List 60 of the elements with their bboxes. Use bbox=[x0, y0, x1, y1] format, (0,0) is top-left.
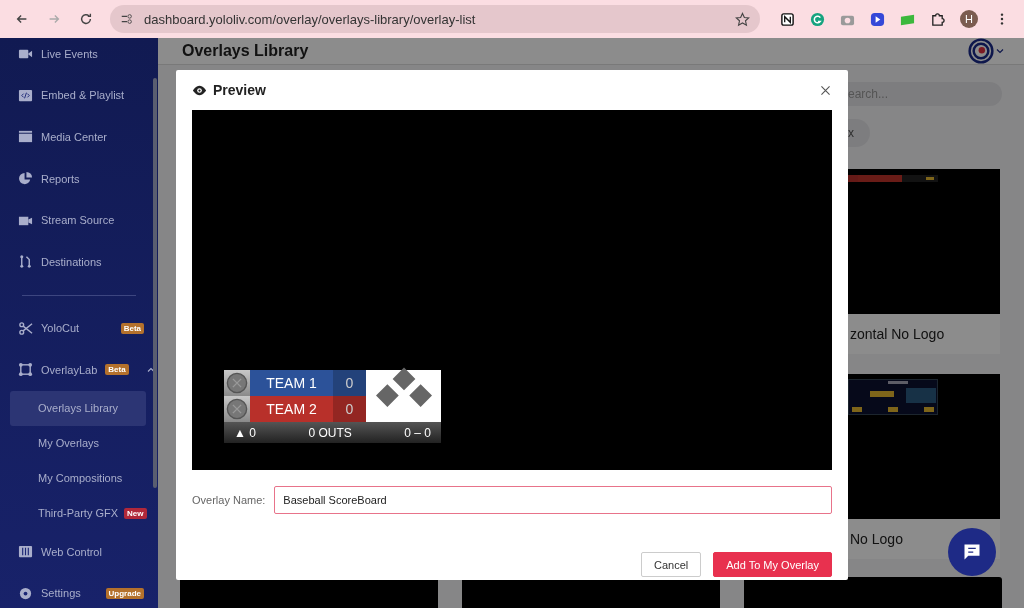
badge: New bbox=[124, 507, 147, 519]
badge: Beta bbox=[120, 322, 144, 334]
overlay-name-field[interactable]: Baseball ScoreBoard bbox=[274, 486, 832, 514]
address-bar[interactable]: dashboard.yololiv.com/overlay/overlays-library/overlay-list bbox=[110, 5, 760, 33]
team-name: TEAM 2 bbox=[250, 396, 333, 422]
team-logo-icon bbox=[226, 398, 248, 420]
sidebar-item[interactable]: YoloCut Beta bbox=[0, 307, 158, 350]
submenu-item[interactable]: My Overlays bbox=[10, 425, 146, 461]
inning-text: ▲ 0 bbox=[234, 425, 256, 440]
notion-icon bbox=[779, 11, 795, 27]
sidebar-item[interactable]: Media Center bbox=[0, 116, 158, 158]
gear-icon bbox=[18, 585, 33, 601]
page-title: Overlays Library bbox=[182, 42, 310, 60]
back-arrow-icon bbox=[15, 12, 29, 26]
logo-icon bbox=[968, 38, 994, 64]
submenu-item[interactable]: My Compositions bbox=[10, 460, 146, 496]
badge: Upgrade bbox=[105, 587, 144, 599]
branch-icon bbox=[18, 254, 33, 270]
field-label: Overlay Name: bbox=[192, 494, 266, 506]
card-title: zontal No Logo bbox=[850, 326, 945, 342]
sidebar-item[interactable]: Embed & Playlist bbox=[0, 74, 158, 117]
sidebar-item[interactable]: Stream Source bbox=[0, 199, 158, 241]
sidebar-item[interactable]: Live Events bbox=[0, 33, 158, 75]
clapperboard-icon bbox=[18, 129, 33, 145]
overlay-card[interactable]: zontal No Logo bbox=[848, 169, 1000, 354]
sidebar-item[interactable]: Reports bbox=[0, 157, 158, 200]
cancel-button[interactable]: Cancel bbox=[641, 552, 702, 577]
card-title: No Logo bbox=[850, 531, 903, 547]
scissors-icon bbox=[18, 320, 33, 336]
reload-icon bbox=[79, 12, 93, 26]
star-icon bbox=[735, 11, 750, 27]
sidebar-item[interactable]: Web Control bbox=[0, 530, 158, 573]
team-score: 0 bbox=[333, 396, 366, 422]
close-icon bbox=[819, 83, 832, 97]
count-text: 0 – 0 bbox=[404, 425, 431, 440]
sidebar-item[interactable]: Settings Upgrade bbox=[0, 572, 158, 608]
team-score: 0 bbox=[333, 370, 366, 396]
sidebar-item[interactable]: OverlayLab Beta bbox=[0, 349, 158, 391]
profile-avatar[interactable]: H bbox=[960, 10, 978, 28]
puzzle-icon bbox=[929, 11, 945, 27]
forward-arrow-icon bbox=[47, 12, 61, 26]
submenu-item[interactable]: Overlays Library bbox=[10, 390, 146, 426]
team-logo-icon bbox=[226, 372, 248, 394]
frame-icon bbox=[18, 362, 33, 378]
outs-text: 0 OUTS bbox=[308, 425, 352, 440]
team-name: TEAM 1 bbox=[250, 370, 333, 396]
pie-chart-icon bbox=[18, 171, 33, 187]
grammarly-icon bbox=[809, 11, 825, 27]
chat-icon bbox=[962, 542, 982, 562]
sidebar-item[interactable]: Destinations bbox=[0, 240, 158, 283]
submenu-item[interactable]: Third-Party GFX New bbox=[10, 495, 146, 531]
dialog-title: Preview bbox=[213, 82, 267, 98]
overlay-card[interactable]: No Logo bbox=[848, 374, 1000, 559]
site-settings-icon bbox=[120, 12, 134, 26]
code-icon bbox=[18, 87, 33, 103]
add-button[interactable]: Add To My Overlay bbox=[713, 552, 832, 577]
play-icon bbox=[869, 11, 885, 27]
close-button[interactable] bbox=[819, 83, 832, 97]
sliders-icon bbox=[18, 544, 33, 560]
badge: Beta bbox=[105, 364, 129, 376]
